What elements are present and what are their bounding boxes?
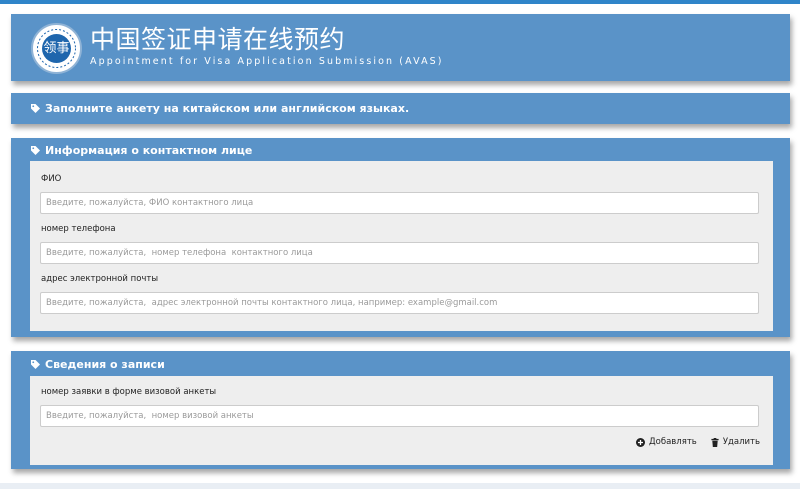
- phone-label: номер телефона: [41, 224, 116, 234]
- top-accent-bar: [0, 0, 800, 4]
- email-input[interactable]: [40, 292, 759, 314]
- plus-circle-icon: [636, 437, 645, 447]
- section-title: Информация о контактном лице: [45, 144, 253, 157]
- contact-section: Информация о контактном лице ФИО номер т…: [11, 138, 790, 337]
- record-section: Сведения о записи номер заявки в форме в…: [11, 351, 790, 469]
- full-name-input[interactable]: [40, 192, 759, 214]
- add-button-label: Добавлять: [649, 437, 697, 447]
- site-header: 领事 中国签证申请在线预约 Appointment for Visa Appli…: [11, 14, 790, 81]
- trash-icon: [711, 437, 719, 447]
- delete-button-label: Удалить: [722, 437, 760, 447]
- record-actions: Добавлять Удалить: [622, 437, 760, 447]
- notice-text: Заполните анкету на китайском или англий…: [45, 102, 410, 115]
- section-title: Сведения о записи: [45, 358, 165, 371]
- page-title: 中国签证申请在线预约: [90, 25, 346, 54]
- record-form: номер заявки в форме визовой анкеты Доба…: [30, 376, 773, 465]
- application-number-input[interactable]: [40, 405, 759, 427]
- consular-logo: 领事: [31, 23, 82, 74]
- phone-input[interactable]: [40, 242, 759, 264]
- language-notice: Заполните анкету на китайском или англий…: [11, 93, 790, 124]
- email-label: адрес электронной почты: [41, 274, 159, 284]
- page-subtitle: Appointment for Visa Application Submiss…: [90, 56, 444, 67]
- contact-form: ФИО номер телефона адрес электронной поч…: [30, 161, 773, 331]
- tag-icon: [31, 360, 40, 369]
- application-number-label: номер заявки в форме визовой анкеты: [41, 387, 217, 397]
- tag-icon: [31, 104, 40, 113]
- delete-button[interactable]: Удалить: [711, 437, 760, 447]
- logo-emblem: 领事: [42, 34, 71, 63]
- page-footer-strip: [0, 483, 800, 489]
- full-name-label: ФИО: [41, 174, 62, 184]
- tag-icon: [31, 146, 40, 155]
- add-button[interactable]: Добавлять: [636, 437, 697, 447]
